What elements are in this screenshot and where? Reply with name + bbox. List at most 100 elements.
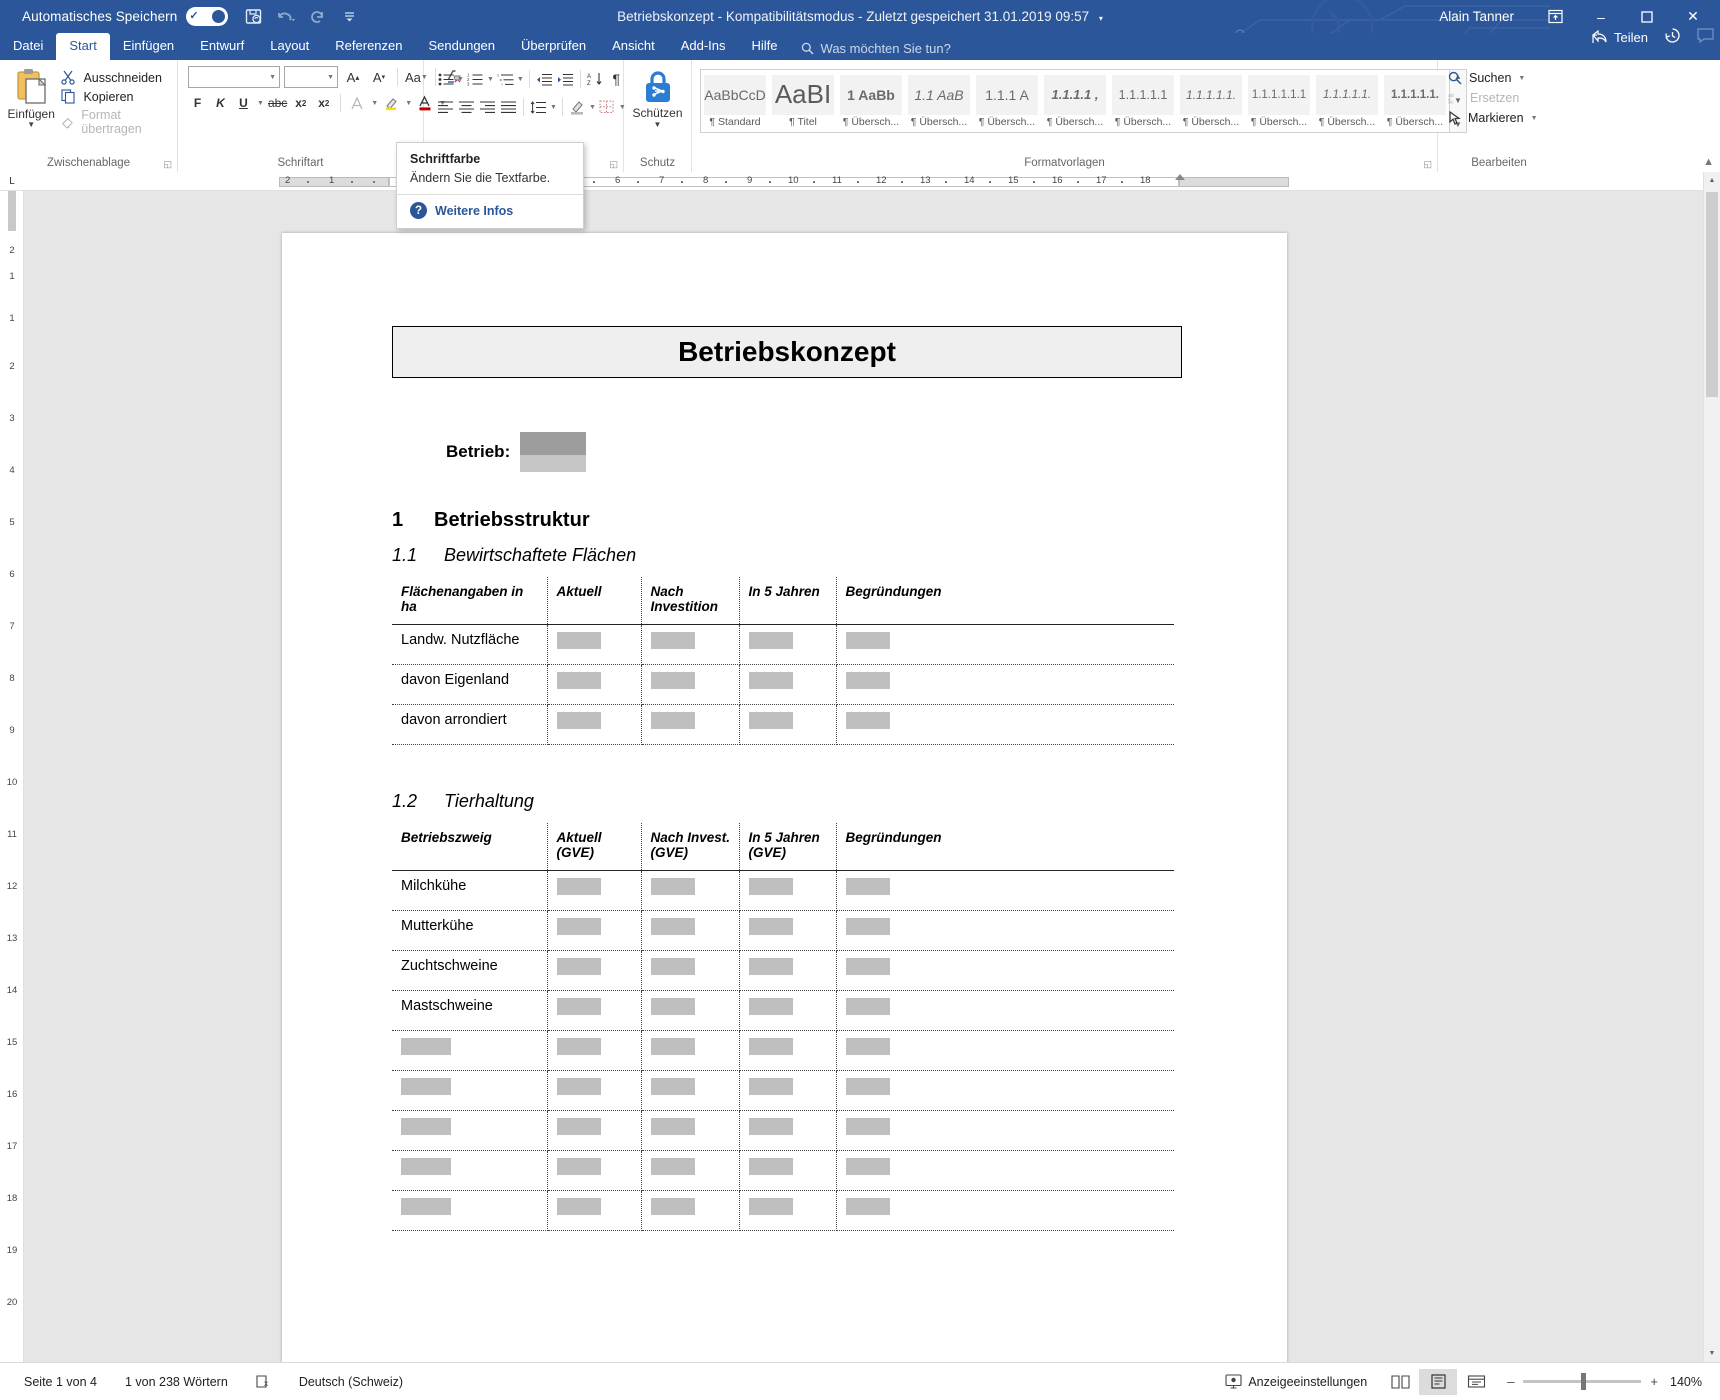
table-row[interactable] <box>392 1191 1174 1231</box>
style-item-titel[interactable]: AaBI ¶ Titel <box>769 70 837 132</box>
table-row[interactable]: Milchkühe <box>392 871 1174 911</box>
table-bewirtschaftete-flaechen[interactable]: Flächenangaben in ha Aktuell Nach Invest… <box>392 577 1174 745</box>
table-row[interactable]: Landw. Nutzfläche <box>392 625 1174 665</box>
form-field[interactable] <box>846 1158 890 1175</box>
right-indent-marker[interactable] <box>1175 174 1185 180</box>
form-field[interactable] <box>557 1078 601 1095</box>
table-row[interactable] <box>392 1071 1174 1111</box>
strikethrough-button[interactable]: abc <box>268 92 287 114</box>
table2-cell[interactable] <box>547 1031 641 1071</box>
table2-cell[interactable] <box>836 871 1174 911</box>
font-name-caret-icon[interactable]: ▼ <box>269 74 276 81</box>
bullets-icon[interactable] <box>436 68 455 90</box>
table2-cell[interactable] <box>739 911 836 951</box>
table1-cell[interactable] <box>547 705 641 745</box>
form-field[interactable] <box>651 1198 695 1215</box>
table2-cell[interactable] <box>739 871 836 911</box>
zoom-slider[interactable]: – + <box>1495 1374 1670 1389</box>
form-field[interactable] <box>846 1118 890 1135</box>
table-row[interactable]: Mutterkühe <box>392 911 1174 951</box>
form-field[interactable] <box>557 998 601 1015</box>
tab-start[interactable]: Start <box>56 33 109 60</box>
print-layout-icon[interactable] <box>1419 1369 1457 1395</box>
redo-icon[interactable] <box>308 7 327 26</box>
table2-cell[interactable] <box>739 991 836 1031</box>
document-page-1[interactable]: Betriebskonzept Betrieb: 1Betriebsstrukt… <box>282 233 1287 1362</box>
table1-cell[interactable] <box>739 705 836 745</box>
language-indicator[interactable]: Deutsch (Schweiz) <box>285 1375 417 1389</box>
table2-cell[interactable] <box>739 1031 836 1071</box>
zoom-track[interactable] <box>1523 1380 1641 1383</box>
form-field[interactable] <box>651 1158 695 1175</box>
form-field[interactable] <box>651 1118 695 1135</box>
clipboard-dialog-launcher-icon[interactable]: ◱ <box>163 157 172 172</box>
table2-cell[interactable] <box>836 911 1174 951</box>
style-item-ueberschrift-6[interactable]: 1.1.1.1.1. ¶ Übersch... <box>1177 70 1245 132</box>
document-canvas[interactable]: Betriebskonzept Betrieb: 1Betriebsstrukt… <box>24 191 1703 1362</box>
form-field[interactable] <box>401 1078 451 1095</box>
version-history-icon[interactable] <box>1664 27 1681 47</box>
form-field[interactable] <box>651 878 695 895</box>
table2-cell[interactable] <box>547 1111 641 1151</box>
tab-stop-selector[interactable]: L <box>0 172 24 191</box>
scrollbar-thumb[interactable] <box>1706 192 1718 397</box>
tab-hilfe[interactable]: Hilfe <box>739 33 791 60</box>
underline-caret-icon[interactable]: ▼ <box>257 100 264 107</box>
autosave-control[interactable]: Automatisches Speichern ✓ <box>0 7 228 26</box>
form-field[interactable] <box>651 1038 695 1055</box>
vertical-scrollbar[interactable]: ▲ ▼ <box>1703 172 1720 1362</box>
table1-cell[interactable] <box>547 665 641 705</box>
table2-row-label-field[interactable] <box>392 1111 547 1151</box>
style-item-ueberschrift-7[interactable]: 1.1.1.1.1.1 ¶ Übersch... <box>1245 70 1313 132</box>
table2-cell[interactable] <box>739 951 836 991</box>
table1-cell[interactable] <box>547 625 641 665</box>
style-item-ueberschrift-1[interactable]: 1 AaBb ¶ Übersch... <box>837 70 905 132</box>
table-row[interactable]: davon arrondiert <box>392 705 1174 745</box>
form-field[interactable] <box>749 1158 793 1175</box>
table1-cell[interactable] <box>836 665 1174 705</box>
form-field[interactable] <box>749 712 793 729</box>
form-field[interactable] <box>557 918 601 935</box>
form-field[interactable] <box>651 998 695 1015</box>
form-field[interactable] <box>651 672 695 689</box>
multilevel-caret-icon[interactable]: ▼ <box>517 76 524 83</box>
style-item-ueberschrift-5[interactable]: 1.1.1.1.1 ¶ Übersch... <box>1109 70 1177 132</box>
form-field[interactable] <box>749 998 793 1015</box>
table2-row-label-field[interactable] <box>392 1031 547 1071</box>
form-field[interactable] <box>557 672 601 689</box>
paste-button[interactable]: Einfügen ▼ <box>7 66 55 128</box>
select-button[interactable]: Markieren ▼ <box>1448 111 1538 125</box>
tooltip-more-link[interactable]: Weitere Infos <box>435 204 513 218</box>
form-field[interactable] <box>651 632 695 649</box>
read-mode-icon[interactable] <box>1381 1369 1419 1395</box>
form-field[interactable] <box>557 958 601 975</box>
form-field[interactable] <box>557 632 601 649</box>
table-row[interactable] <box>392 1031 1174 1071</box>
form-field[interactable] <box>557 712 601 729</box>
styles-dialog-launcher-icon[interactable]: ◱ <box>1423 157 1432 172</box>
text-highlight-icon[interactable] <box>382 92 401 114</box>
bold-button[interactable]: F <box>188 92 207 114</box>
shrink-font-icon[interactable]: A▾ <box>368 66 390 88</box>
paste-dropdown-caret-icon[interactable]: ▼ <box>27 122 35 128</box>
form-field[interactable] <box>401 1038 451 1055</box>
line-spacing-caret-icon[interactable]: ▼ <box>550 104 557 111</box>
multilevel-list-icon[interactable]: 1ai <box>496 68 515 90</box>
align-center-icon[interactable] <box>457 96 476 118</box>
form-field[interactable] <box>846 672 890 689</box>
select-caret-icon[interactable]: ▼ <box>1531 115 1538 122</box>
form-field[interactable] <box>846 1038 890 1055</box>
form-field[interactable] <box>846 1198 890 1215</box>
tell-me-search[interactable]: Was möchten Sie tun? <box>791 37 961 60</box>
table2-cell[interactable] <box>836 1191 1174 1231</box>
table-row[interactable] <box>392 1111 1174 1151</box>
paragraph-dialog-launcher-icon[interactable]: ◱ <box>609 157 618 172</box>
table-row[interactable]: Mastschweine <box>392 991 1174 1031</box>
tab-datei[interactable]: Datei <box>0 33 56 60</box>
table2-cell[interactable] <box>547 1151 641 1191</box>
table2-row-label-field[interactable] <box>392 1191 547 1231</box>
font-size-caret-icon[interactable]: ▼ <box>327 74 334 81</box>
form-field[interactable] <box>749 1078 793 1095</box>
table2-cell[interactable] <box>641 951 739 991</box>
form-field[interactable] <box>401 1118 451 1135</box>
